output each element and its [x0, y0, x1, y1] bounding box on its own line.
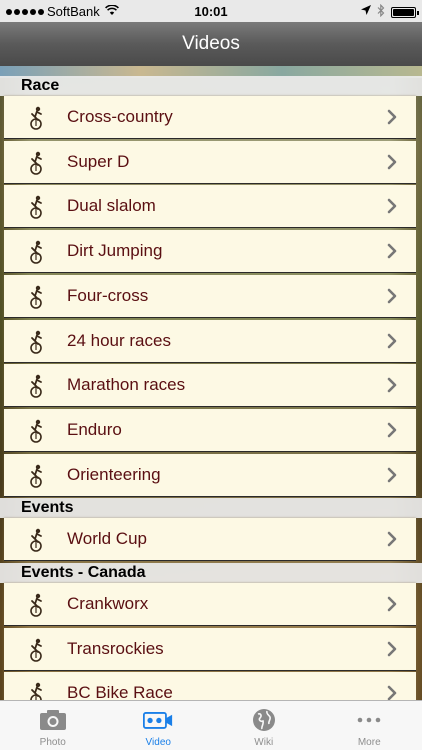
section-header: Race: [0, 76, 422, 96]
list-item-label: Enduro: [67, 419, 122, 439]
tab-label: Photo: [39, 737, 66, 748]
list-item[interactable]: Crankworx: [4, 583, 416, 626]
list-item[interactable]: Orienteering: [4, 453, 416, 497]
mountain-biker-icon: [26, 373, 46, 399]
tab-photo[interactable]: Photo: [0, 701, 106, 750]
battery-icon: [391, 6, 419, 18]
status-time: 10:01: [194, 4, 228, 19]
mountain-biker-icon: [26, 527, 46, 553]
list-item[interactable]: World Cup: [4, 518, 416, 562]
mountain-biker-icon: [26, 105, 46, 131]
chevron-right-icon: [386, 377, 398, 393]
mountain-biker-icon: [26, 284, 46, 310]
status-bar: SoftBank 10:01: [0, 0, 422, 22]
page-title: Videos: [182, 33, 240, 54]
list-item[interactable]: Cross-country: [4, 96, 416, 139]
tab-video[interactable]: Video: [106, 701, 212, 750]
list-item[interactable]: Super D: [4, 140, 416, 184]
chevron-right-icon: [386, 685, 398, 700]
list-item[interactable]: 24 hour races: [4, 319, 416, 363]
list-item-label: World Cup: [67, 529, 147, 549]
list-item[interactable]: Dirt Jumping: [4, 230, 416, 274]
chevron-right-icon: [386, 198, 398, 214]
mountain-biker-icon: [26, 637, 46, 663]
section-header: Events: [0, 498, 422, 519]
list-item[interactable]: Transrockies: [4, 627, 416, 671]
chevron-right-icon: [386, 243, 398, 259]
chevron-right-icon: [386, 641, 398, 657]
list-item-label: Super D: [67, 151, 130, 171]
more-icon: [354, 708, 384, 732]
list-item-label: Four-cross: [67, 285, 149, 305]
tab-label: Video: [145, 737, 171, 748]
chevron-right-icon: [386, 333, 398, 349]
list-item-label: Dual slalom: [67, 196, 156, 216]
mountain-biker-icon: [26, 239, 46, 265]
video-camera-icon: [143, 708, 173, 732]
navigation-bar: Videos: [0, 22, 422, 66]
list-item-label: Dirt Jumping: [67, 241, 163, 261]
chevron-right-icon: [386, 531, 398, 547]
tab-wiki[interactable]: Wiki: [211, 701, 317, 750]
section-header: Events - Canada: [0, 563, 422, 583]
location-arrow-icon: [361, 5, 371, 19]
mountain-biker-icon: [26, 194, 46, 220]
mountain-biker-icon: [26, 150, 46, 176]
mountain-biker-icon: [26, 329, 46, 355]
list-item[interactable]: Marathon races: [4, 364, 416, 408]
chevron-right-icon: [386, 288, 398, 304]
status-right: [361, 3, 419, 20]
list-item[interactable]: BC Bike Race: [4, 672, 416, 700]
chevron-right-icon: [386, 109, 398, 125]
tab-label: More: [357, 737, 381, 748]
globe-icon: [249, 708, 279, 732]
list-item[interactable]: Four-cross: [4, 274, 416, 318]
tab-bar: Photo Video Wiki More: [0, 700, 422, 750]
tab-label: Wiki: [254, 737, 274, 748]
mountain-biker-icon: [26, 418, 46, 444]
chevron-right-icon: [386, 467, 398, 483]
bluetooth-icon: [377, 3, 385, 20]
video-list[interactable]: Race Cross-country Super D Dual slalom Dirt …: [0, 66, 422, 700]
list-item-label: Marathon races: [67, 375, 186, 395]
list-item-label: BC Bike Race: [67, 683, 173, 700]
list-item-label: Orienteering: [67, 464, 161, 484]
camera-icon: [38, 708, 68, 732]
mountain-biker-icon: [26, 463, 46, 489]
list-item-label: Cross-country: [67, 107, 173, 126]
list-item[interactable]: Enduro: [4, 408, 416, 452]
mountain-biker-icon: [26, 681, 46, 700]
chevron-right-icon: [386, 596, 398, 612]
chevron-right-icon: [386, 422, 398, 438]
list-item[interactable]: Dual slalom: [4, 185, 416, 229]
tab-more[interactable]: More: [317, 701, 422, 750]
list-item-label: 24 hour races: [67, 330, 171, 350]
chevron-right-icon: [386, 154, 398, 170]
list-item-label: Crankworx: [67, 594, 149, 613]
list-item-label: Transrockies: [67, 638, 164, 658]
mountain-biker-icon: [26, 592, 46, 618]
